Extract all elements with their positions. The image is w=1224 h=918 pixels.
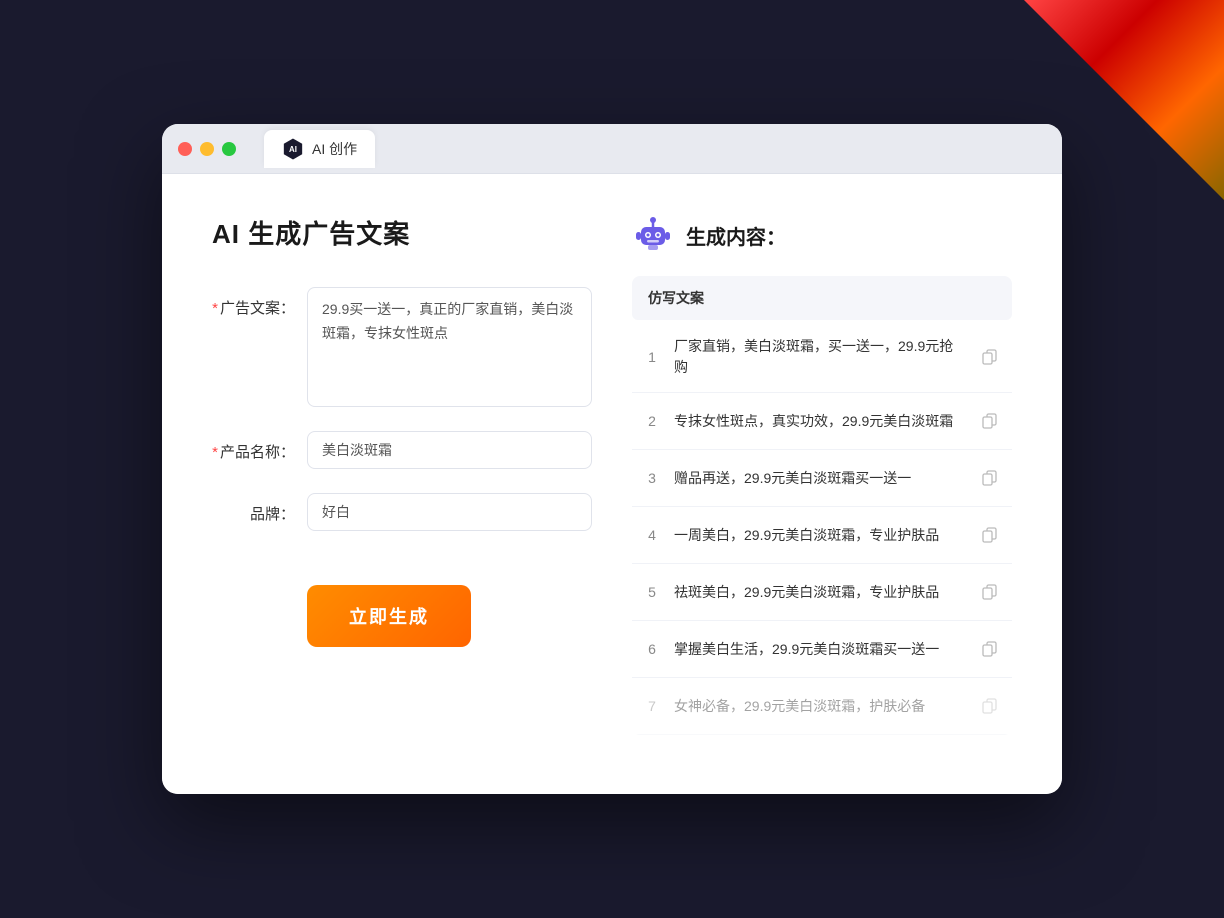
row-text: 赠品再送，29.9元美白淡斑霜买一送一 [674,468,966,489]
table-header: 仿写文案 [632,276,1012,320]
copy-button[interactable] [976,464,1004,492]
label-ad-copy: *广告文案： [212,287,307,318]
row-text: 一周美白，29.9元美白淡斑霜，专业护肤品 [674,525,966,546]
copy-button[interactable] [976,635,1004,663]
row-text: 专抹女性斑点，真实功效，29.9元美白淡斑霜 [674,411,966,432]
result-table: 仿写文案 1 厂家直销，美白淡斑霜，买一送一，29.9元抢购 2 专抹女性斑点，真实… [632,276,1012,735]
form-group-product-name: *产品名称： [212,431,592,469]
traffic-lights [178,142,236,156]
left-panel: AI 生成广告文案 *广告文案： *产品名称： 品牌： [212,214,592,754]
table-row: 2 专抹女性斑点，真实功效，29.9元美白淡斑霜 [632,393,1012,450]
row-text: 厂家直销，美白淡斑霜，买一送一，29.9元抢购 [674,336,966,378]
browser-window: AI AI 创作 AI 生成广告文案 *广告文案： *产品名称： [162,124,1062,794]
table-row: 6 掌握美白生活，29.9元美白淡斑霜买一送一 [632,621,1012,678]
close-button[interactable] [178,142,192,156]
copy-button[interactable] [976,578,1004,606]
required-mark-ad-copy: * [212,300,218,317]
maximize-button[interactable] [222,142,236,156]
ai-tab-icon: AI [282,138,304,160]
right-panel: 生成内容： 仿写文案 1 厂家直销，美白淡斑霜，买一送一，29.9元抢购 2 专抹女… [632,214,1012,754]
result-header: 生成内容： [632,214,1012,256]
submit-button[interactable]: 立即生成 [307,585,471,647]
copy-button[interactable] [976,407,1004,435]
table-row: 5 祛斑美白，29.9元美白淡斑霜，专业护肤品 [632,564,1012,621]
table-row: 4 一周美白，29.9元美白淡斑霜，专业护肤品 [632,507,1012,564]
row-number: 3 [640,470,664,486]
ad-copy-input[interactable] [307,287,592,407]
product-name-input[interactable] [307,431,592,469]
required-mark-product: * [212,444,218,461]
copy-button[interactable] [976,521,1004,549]
browser-titlebar: AI AI 创作 [162,124,1062,174]
row-number: 7 [640,698,664,714]
browser-content: AI 生成广告文案 *广告文案： *产品名称： 品牌： [162,174,1062,794]
row-text: 掌握美白生活，29.9元美白淡斑霜买一送一 [674,639,966,660]
row-number: 6 [640,641,664,657]
brand-input[interactable] [307,493,592,531]
result-rows-container: 1 厂家直销，美白淡斑霜，买一送一，29.9元抢购 2 专抹女性斑点，真实功效，29… [632,322,1012,735]
form-group-brand: 品牌： [212,493,592,531]
table-row: 3 赠品再送，29.9元美白淡斑霜买一送一 [632,450,1012,507]
copy-button[interactable] [976,343,1004,371]
row-number: 4 [640,527,664,543]
row-number: 1 [640,349,664,365]
label-brand: 品牌： [212,493,307,524]
page-title: AI 生成广告文案 [212,214,592,251]
browser-tab[interactable]: AI AI 创作 [264,130,375,168]
row-number: 5 [640,584,664,600]
table-row: 1 厂家直销，美白淡斑霜，买一送一，29.9元抢购 [632,322,1012,393]
svg-text:AI: AI [289,145,297,154]
result-title: 生成内容： [686,221,786,250]
robot-icon [632,214,674,256]
label-product-name: *产品名称： [212,431,307,462]
tab-label: AI 创作 [312,139,357,159]
table-row: 7 女神必备，29.9元美白淡斑霜，护肤必备 [632,678,1012,735]
row-number: 2 [640,413,664,429]
row-text: 女神必备，29.9元美白淡斑霜，护肤必备 [674,696,966,717]
row-text: 祛斑美白，29.9元美白淡斑霜，专业护肤品 [674,582,966,603]
minimize-button[interactable] [200,142,214,156]
copy-button[interactable] [976,692,1004,720]
form-group-ad-copy: *广告文案： [212,287,592,407]
